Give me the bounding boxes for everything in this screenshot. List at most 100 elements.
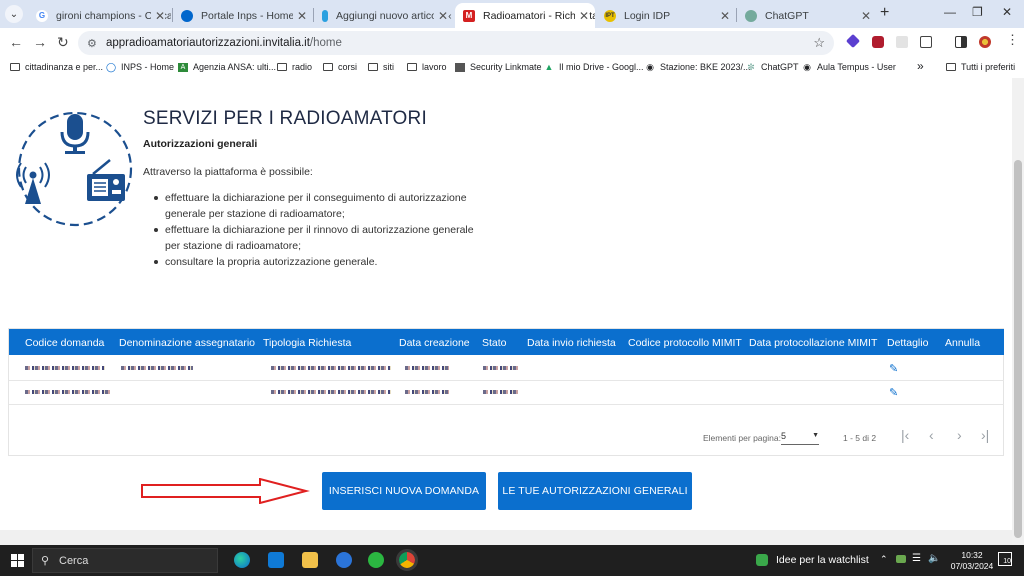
minimize-icon[interactable]: — [944, 5, 956, 19]
edit-icon[interactable]: ✎ [889, 386, 898, 399]
tray-app-icon[interactable] [896, 555, 906, 563]
redacted-cell [25, 366, 105, 370]
redacted-cell [483, 390, 519, 394]
extension-icon[interactable] [845, 33, 861, 49]
bookmark-item[interactable]: A Agenzia ANSA: ulti... [178, 62, 276, 72]
bookmark-item[interactable]: ✼ ChatGPT [746, 62, 798, 72]
page-scrollbar[interactable] [1012, 78, 1024, 545]
tab-1[interactable]: Portale Inps - Home ✕ [173, 3, 313, 28]
column-header[interactable]: Data invio richiesta [527, 337, 616, 349]
new-request-button[interactable]: INSERISCI NUOVA DOMANDA [322, 472, 486, 510]
page-footer-band [0, 530, 1012, 545]
tab-5[interactable]: ChatGPT ✕ [737, 3, 877, 28]
clock[interactable]: 10:32 07/03/2024 [947, 550, 997, 572]
my-authorizations-button[interactable]: LE TUE AUTORIZZAZIONI GENERALI [498, 472, 692, 510]
column-header[interactable]: Denominazione assegnatario [119, 337, 255, 349]
tab-search-button[interactable]: ⌄ [5, 5, 23, 23]
close-icon[interactable]: ✕ [574, 8, 589, 23]
bookmarks-overflow-button[interactable]: » [917, 59, 924, 73]
bookmark-folder[interactable]: cittadinanza e per... [10, 62, 103, 72]
scrollbar-thumb[interactable] [1014, 160, 1022, 538]
address-bar[interactable]: ⚙ appradioamatoriautorizzazioni.invitali… [78, 31, 834, 55]
messenger-icon[interactable] [336, 552, 352, 568]
back-icon[interactable]: ← [9, 34, 23, 50]
items-per-page-select[interactable]: 5 ▼ [781, 429, 819, 445]
profile-avatar[interactable] [979, 36, 991, 48]
chevron-down-icon: ⌄ [9, 8, 19, 20]
all-bookmarks-folder[interactable]: Tutti i preferiti [946, 62, 1015, 72]
extensions-puzzle-icon[interactable] [920, 36, 932, 48]
last-page-icon[interactable]: ›| [981, 427, 989, 443]
close-icon[interactable]: ✕ [856, 8, 871, 23]
first-page-icon[interactable]: |‹ [901, 427, 909, 443]
table-row[interactable]: ✎ [9, 357, 1004, 381]
close-icon[interactable]: ✕ [433, 8, 448, 23]
bookmark-folder[interactable]: lavoro [407, 62, 447, 72]
previous-page-icon[interactable]: ‹ [929, 427, 934, 443]
reload-icon[interactable]: ↻ [57, 34, 69, 51]
column-header[interactable]: Codice domanda [25, 337, 104, 349]
extension-badge-icon[interactable] [872, 36, 884, 48]
file-explorer-icon[interactable] [302, 552, 318, 568]
tab-2[interactable]: Aggiungi nuovo articolo ‹ d ✕ [314, 3, 454, 28]
tab-3-active[interactable]: M Radioamatori - Richiesta A ✕ [455, 3, 595, 28]
column-header[interactable]: Data protocollazione MIMIT [749, 337, 877, 349]
wifi-icon[interactable]: ☰ [912, 553, 921, 564]
bookmark-item[interactable]: Security Linkmate [455, 62, 542, 72]
drive-icon: ▲ [544, 61, 554, 72]
taskbar-search[interactable]: ⚲ Cerca [32, 548, 218, 573]
new-tab-button[interactable]: + [880, 4, 889, 22]
extension-icon[interactable] [896, 36, 908, 48]
tab-4[interactable]: IPT Login IDP ✕ [596, 3, 736, 28]
forward-icon[interactable]: → [33, 34, 47, 50]
tab-0[interactable]: G gironi champions - Cerca c ✕ [28, 3, 171, 28]
page-content: SERVIZI PER I RADIOAMATORI Autorizzazion… [0, 78, 1012, 545]
wordpress-icon [322, 9, 328, 22]
folder-icon [407, 63, 417, 71]
inps-icon [181, 9, 193, 22]
bullet-item: effettuare la dichiarazione per il rinno… [154, 222, 485, 254]
column-header[interactable]: Codice protocollo MIMIT [628, 337, 742, 349]
bullet-item: consultare la propria autorizzazione gen… [154, 254, 485, 270]
bookmark-folder[interactable]: corsi [323, 62, 357, 72]
windows-start-icon[interactable] [11, 554, 24, 567]
close-icon[interactable]: ✕ [292, 8, 307, 23]
bookmark-star-icon[interactable]: ☆ [813, 35, 825, 51]
idp-icon: IPT [604, 9, 616, 22]
close-icon[interactable]: ✕ [715, 8, 730, 23]
tray-chevron-icon[interactable]: ⌃ [880, 554, 888, 565]
folder-icon [368, 63, 378, 71]
whatsapp-icon[interactable] [368, 552, 384, 568]
edge-icon[interactable] [234, 552, 250, 568]
column-header[interactable]: Dettaglio [887, 337, 928, 349]
bookmark-folder[interactable]: radio [277, 62, 312, 72]
notifications-icon[interactable]: 10 [998, 552, 1012, 566]
globe-icon: ◉ [646, 61, 654, 72]
bookmark-item[interactable]: ◯ INPS - Home [106, 62, 174, 72]
column-header[interactable]: Tipologia Richiesta [263, 337, 351, 349]
redacted-cell [271, 390, 391, 394]
restore-icon[interactable]: ❐ [972, 5, 983, 19]
radio-icon [87, 159, 125, 201]
bookmark-folder[interactable]: siti [368, 62, 394, 72]
folder-icon [946, 63, 956, 71]
column-header[interactable]: Stato [482, 337, 507, 349]
chrome-icon[interactable] [396, 549, 418, 571]
edit-icon[interactable]: ✎ [889, 362, 898, 375]
redacted-cell [405, 390, 449, 394]
store-icon[interactable] [268, 552, 284, 568]
menu-kebab-icon[interactable]: ⋮ [1006, 32, 1019, 48]
bookmark-item[interactable]: ◉ Stazione: BKE 2023/... [645, 62, 751, 72]
side-panel-icon[interactable] [955, 36, 967, 48]
column-header[interactable]: Data creazione [399, 337, 470, 349]
volume-icon[interactable]: 🔈 [928, 553, 940, 564]
close-icon[interactable]: ✕ [150, 8, 165, 23]
bookmark-item[interactable]: ◉ Aula Tempus - User [802, 62, 896, 72]
column-header[interactable]: Annulla [945, 337, 980, 349]
next-page-icon[interactable]: › [957, 427, 962, 443]
table-row[interactable]: ✎ [9, 381, 1004, 405]
site-info-icon[interactable]: ⚙ [87, 37, 97, 50]
close-window-icon[interactable]: ✕ [1002, 5, 1012, 19]
bookmark-item[interactable]: ▲ Il mio Drive - Googl... [544, 62, 644, 72]
watchlist-widget[interactable]: Idee per la watchlist [776, 554, 869, 566]
